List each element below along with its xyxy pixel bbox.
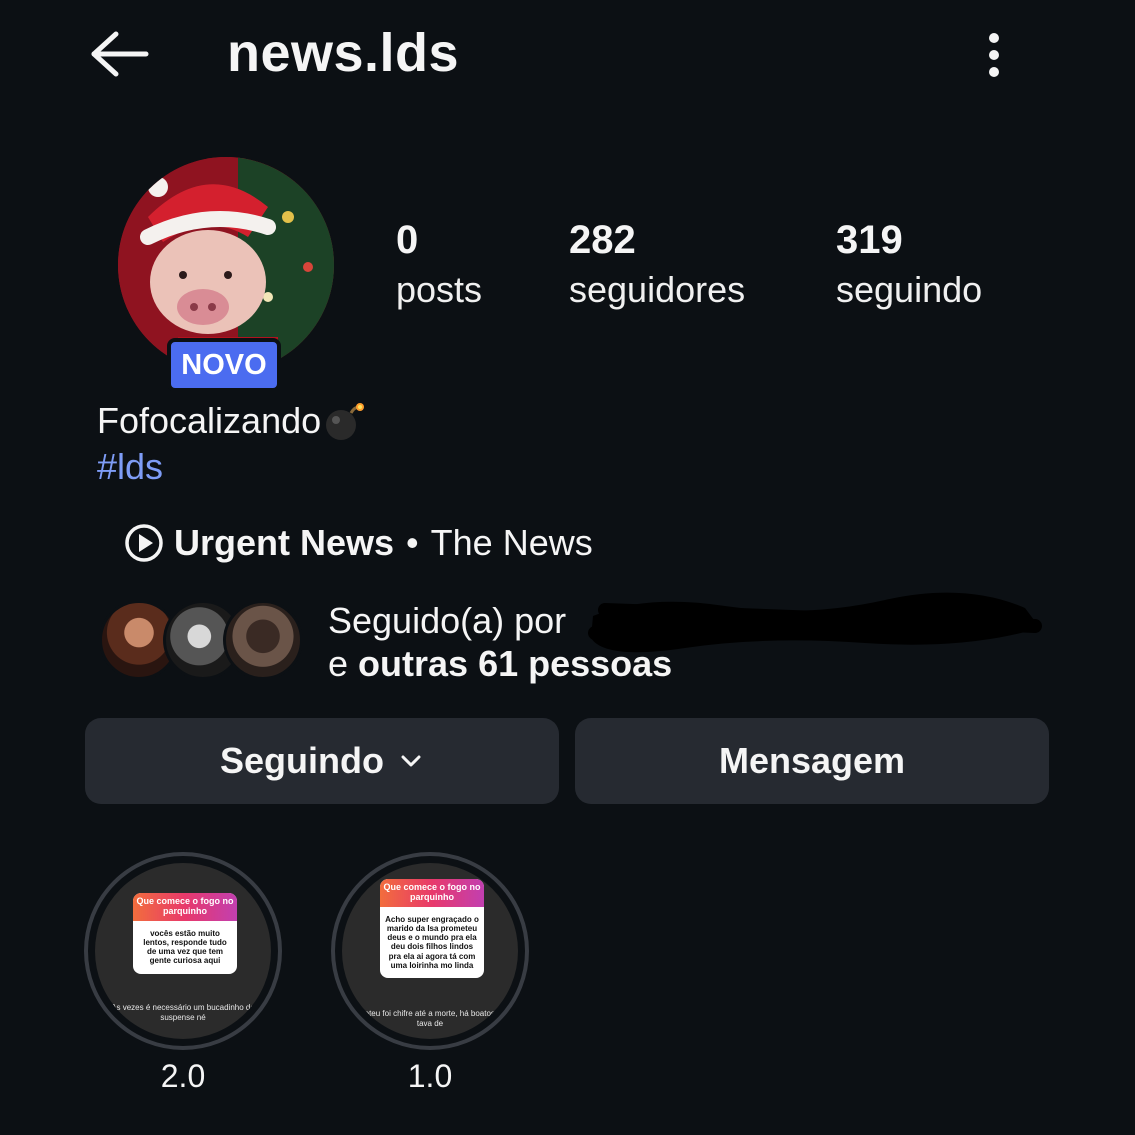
avatar: [223, 600, 303, 680]
stat-posts-label: posts: [396, 269, 483, 310]
highlight-ring: Que comece o fogo no parquinho Acho supe…: [331, 852, 529, 1050]
more-options-icon[interactable]: [982, 30, 1006, 80]
following-button[interactable]: Seguindo: [85, 718, 559, 804]
stat-posts-value: 0: [396, 218, 419, 262]
bio: Fofocalizando: [97, 400, 365, 442]
question-card: Que comece o fogo no parquinho vocês est…: [133, 893, 237, 974]
highlight-label: 2.0: [160, 1058, 206, 1094]
stat-followers-value: 282: [569, 218, 636, 262]
new-badge: NOVO: [167, 338, 281, 392]
music-artist: The News: [430, 522, 593, 563]
chevron-down-icon: [401, 755, 421, 767]
highlight-cover: Que comece o fogo no parquinho vocês est…: [95, 863, 271, 1039]
back-arrow-icon[interactable]: [86, 28, 150, 80]
followed-by-text: Seguido(a) por: [328, 600, 567, 641]
profile-music[interactable]: Urgent News • The News: [124, 522, 593, 564]
message-button-label: Mensagem: [718, 740, 906, 781]
question-card-body: Acho super engraçado o marido da Isa pro…: [385, 914, 479, 970]
highlight-item[interactable]: Que comece o fogo no parquinho vocês est…: [84, 852, 282, 1095]
highlight-label: 1.0: [407, 1058, 453, 1094]
music-title: Urgent News: [174, 522, 395, 563]
highlight-ring: Que comece o fogo no parquinho vocês est…: [84, 852, 282, 1050]
question-card-header: Que comece o fogo no parquinho: [133, 893, 237, 921]
followed-by-others-count: outras 61 pessoas: [358, 643, 673, 684]
followed-by-conjunction: e: [328, 643, 349, 684]
play-circle-icon: [125, 524, 163, 562]
stat-following-value: 319: [836, 218, 903, 262]
stat-following-label: seguindo: [836, 269, 983, 310]
question-card: Que comece o fogo no parquinho Acho supe…: [380, 879, 484, 978]
highlight-cover: Que comece o fogo no parquinho Acho supe…: [342, 863, 518, 1039]
followed-by-others[interactable]: e outras 61 pessoas: [328, 643, 672, 685]
stat-following[interactable]: 319 seguindo: [836, 218, 982, 311]
highlight-caption: As vezes é necessário um bucadinho de su…: [111, 1003, 255, 1022]
music-separator: •: [406, 522, 419, 563]
stat-followers[interactable]: 282 seguidores: [569, 218, 745, 311]
highlight-item[interactable]: Que comece o fogo no parquinho Acho supe…: [331, 852, 529, 1095]
bio-hashtag-link[interactable]: #lds: [97, 446, 163, 488]
mutual-followers-avatars[interactable]: [99, 600, 309, 682]
bio-text: Fofocalizando: [97, 400, 322, 441]
highlight-caption: Prometeu foi chifre até a morte, há boat…: [345, 1009, 515, 1028]
following-button-label: Seguindo: [220, 740, 384, 781]
stat-posts[interactable]: 0 posts: [396, 218, 482, 311]
question-card-header: Que comece o fogo no parquinho: [380, 879, 484, 907]
stat-followers-label: seguidores: [569, 269, 746, 310]
profile-username-title: news.lds: [227, 23, 460, 83]
question-card-body: vocês estão muito lentos, responde tudo …: [143, 928, 227, 966]
message-button[interactable]: Mensagem: [575, 718, 1049, 804]
bomb-icon: [326, 403, 365, 440]
